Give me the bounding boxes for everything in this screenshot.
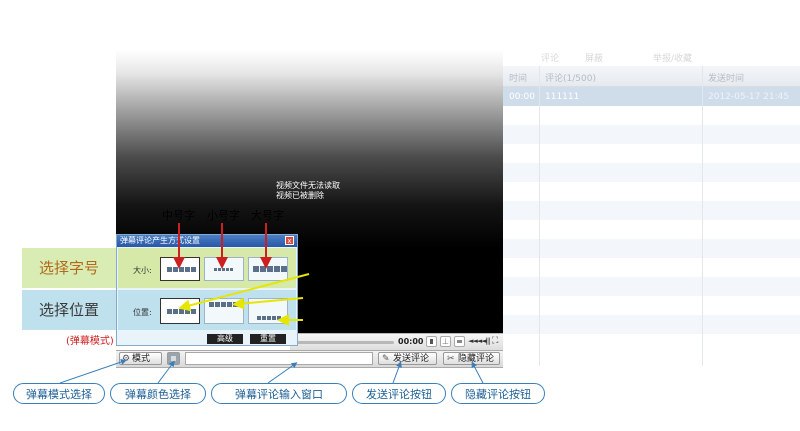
arrow-scrolling: [178, 273, 310, 312]
arrow-send: [392, 361, 402, 384]
arrow-mode: [59, 359, 127, 384]
callout-mode-select: 弹幕模式选择: [13, 383, 105, 404]
callout-input-window: 弹幕评论输入窗口: [211, 383, 347, 404]
arrow-top-scrolling: [232, 297, 304, 310]
arrow-input: [267, 362, 298, 384]
arrow-hide: [471, 361, 484, 384]
callout-color-select: 弹幕颜色选择: [110, 383, 206, 404]
callout-send-button: 发送评论按钮: [352, 383, 446, 404]
callout-hide-button: 隐藏评论按钮: [451, 383, 545, 404]
arrow-color: [157, 360, 175, 384]
annotation-arrows: [59, 223, 484, 384]
